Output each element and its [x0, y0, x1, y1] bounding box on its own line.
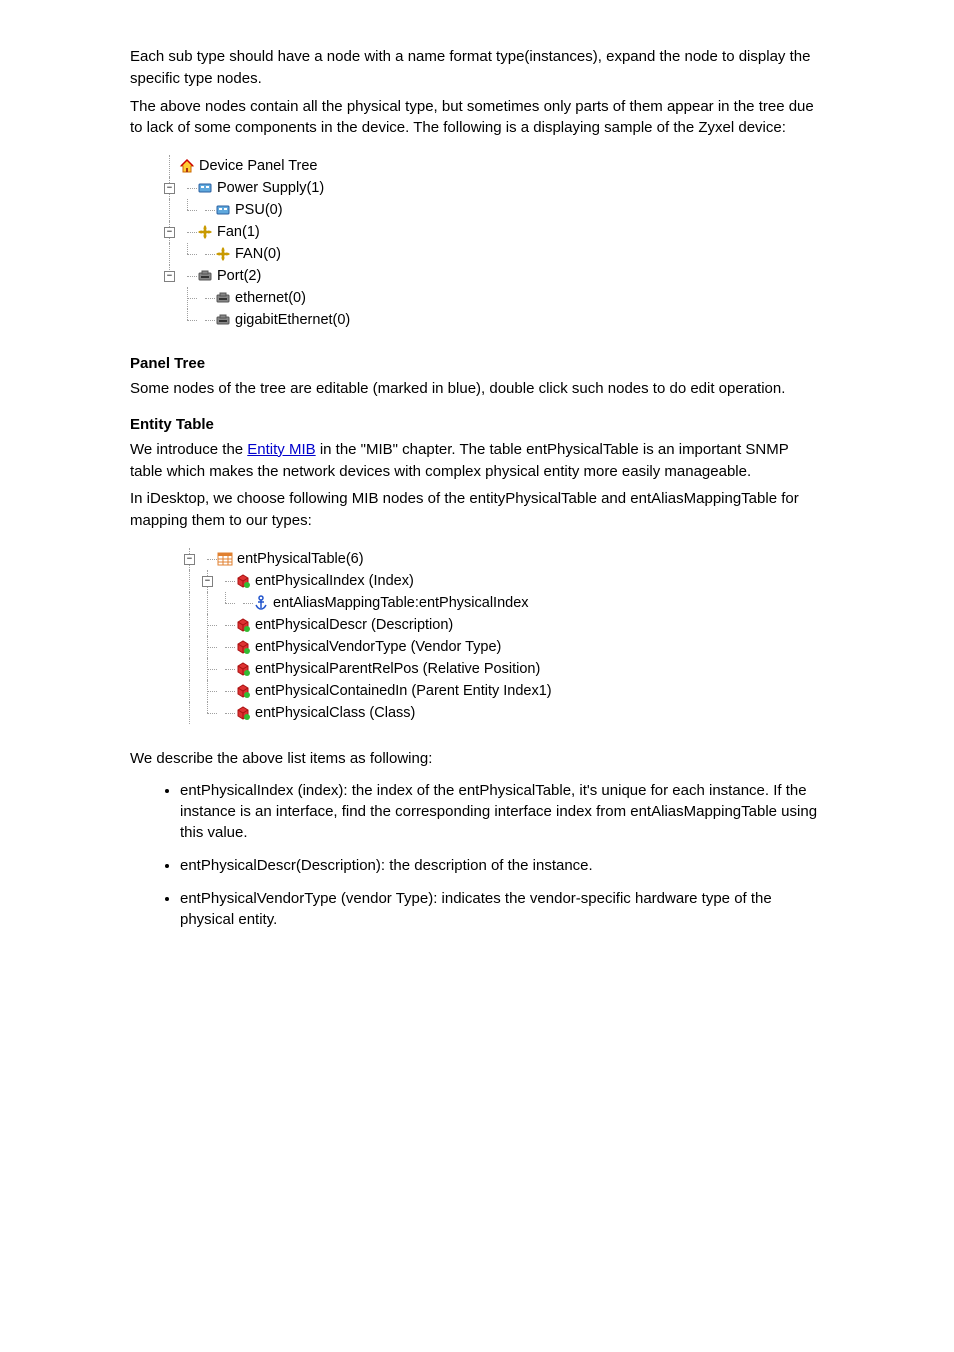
expander-minus-icon[interactable]: − [164, 227, 175, 238]
tree-fan-row[interactable]: − Fan(1) [160, 221, 460, 243]
et-p1-pre: We introduce the [130, 441, 247, 458]
expander-minus-icon[interactable]: − [202, 576, 213, 587]
mib-alias-row[interactable]: entAliasMappingTable:entPhysicalIndex [180, 592, 640, 614]
expander-minus-icon[interactable]: − [184, 554, 195, 565]
mib-tree: − entPhysicalTable(6) − entPhysicalIndex… [180, 542, 640, 730]
entity-table-p2: In iDesktop, we choose following MIB nod… [130, 488, 824, 532]
cube-icon [234, 660, 252, 678]
house-icon [178, 157, 196, 175]
mib-index-row[interactable]: − entPhysicalIndex (Index) [180, 570, 640, 592]
mib-class-row[interactable]: entPhysicalClass (Class) [180, 702, 640, 724]
tree-fan-leaf-row[interactable]: FAN(0) [160, 243, 460, 265]
port-group-label: Port(2) [217, 265, 261, 287]
mib-contained-row[interactable]: entPhysicalContainedIn (Parent Entity In… [180, 680, 640, 702]
mib-root-row[interactable]: − entPhysicalTable(6) [180, 548, 640, 570]
panel-tree-heading: Panel Tree [130, 355, 824, 372]
psu-leaf-label: PSU(0) [235, 199, 283, 221]
fan-icon [214, 245, 232, 263]
port-icon [214, 289, 232, 307]
mib-root-label: entPhysicalTable(6) [237, 548, 364, 570]
mib-index-label: entPhysicalIndex (Index) [255, 570, 414, 592]
cube-icon [234, 572, 252, 590]
gigabit-leaf-label: gigabitEthernet(0) [235, 309, 350, 331]
table-icon [216, 550, 234, 568]
entity-mib-link[interactable]: Entity MIB [247, 441, 315, 458]
mib-class-label: entPhysicalClass (Class) [255, 702, 415, 724]
fan-icon [196, 223, 214, 241]
tree-gigabit-leaf-row[interactable]: gigabitEthernet(0) [160, 309, 460, 331]
cube-icon [234, 704, 252, 722]
tree-ethernet-leaf-row[interactable]: ethernet(0) [160, 287, 460, 309]
description-list: entPhysicalIndex (index): the index of t… [180, 780, 824, 930]
mib-descr-label: entPhysicalDescr (Description) [255, 614, 453, 636]
port-icon [196, 267, 214, 285]
tree-psu-leaf-row[interactable]: PSU(0) [160, 199, 460, 221]
power-supply-label: Power Supply(1) [217, 177, 324, 199]
fan-leaf-label: FAN(0) [235, 243, 281, 265]
psu-icon [196, 179, 214, 197]
cube-icon [234, 682, 252, 700]
entity-table-p1: We introduce the Entity MIB in the "MIB"… [130, 439, 824, 483]
tree-power-supply-row[interactable]: − Power Supply(1) [160, 177, 460, 199]
mib-vendor-row[interactable]: entPhysicalVendorType (Vendor Type) [180, 636, 640, 658]
anchor-icon [252, 594, 270, 612]
cube-icon [234, 638, 252, 656]
list-intro: We describe the above list items as foll… [130, 748, 824, 770]
entity-table-heading: Entity Table [130, 416, 824, 433]
mib-vendor-label: entPhysicalVendorType (Vendor Type) [255, 636, 501, 658]
cube-icon [234, 616, 252, 634]
mib-relpos-row[interactable]: entPhysicalParentRelPos (Relative Positi… [180, 658, 640, 680]
expander-minus-icon[interactable]: − [164, 271, 175, 282]
mib-relpos-label: entPhysicalParentRelPos (Relative Positi… [255, 658, 540, 680]
tree-port-row[interactable]: − Port(2) [160, 265, 460, 287]
mib-contained-label: entPhysicalContainedIn (Parent Entity In… [255, 680, 552, 702]
psu-icon [214, 201, 232, 219]
intro-paragraph-1: Each sub type should have a node with a … [130, 46, 824, 90]
list-item: entPhysicalIndex (index): the index of t… [180, 780, 824, 843]
ethernet-leaf-label: ethernet(0) [235, 287, 306, 309]
mib-descr-row[interactable]: entPhysicalDescr (Description) [180, 614, 640, 636]
list-item: entPhysicalDescr(Description): the descr… [180, 855, 824, 876]
panel-tree-body: Some nodes of the tree are editable (mar… [130, 378, 824, 400]
intro-paragraph-2: The above nodes contain all the physical… [130, 96, 824, 140]
tree-root-label: Device Panel Tree [199, 155, 317, 177]
port-icon [214, 311, 232, 329]
device-panel-tree: Device Panel Tree − Power Supply(1) PSU(… [160, 149, 460, 337]
mib-alias-label: entAliasMappingTable:entPhysicalIndex [273, 592, 529, 614]
expander-minus-icon[interactable]: − [164, 183, 175, 194]
list-item: entPhysicalVendorType (vendor Type): ind… [180, 888, 824, 930]
tree-root-row[interactable]: Device Panel Tree [160, 155, 460, 177]
fan-group-label: Fan(1) [217, 221, 260, 243]
